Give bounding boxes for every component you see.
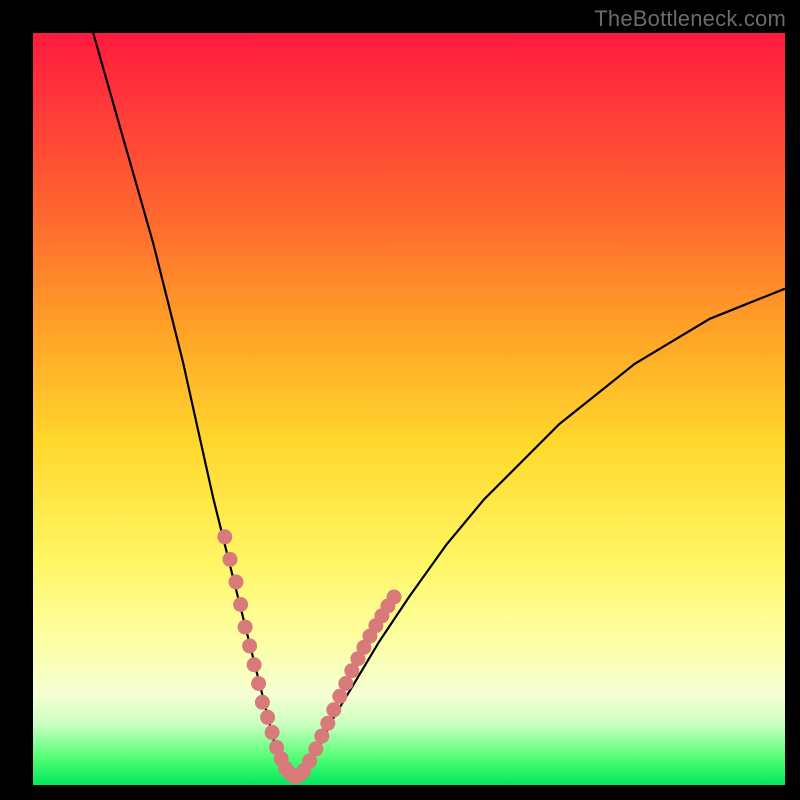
highlight-dot [217,529,232,544]
highlight-dots-group [217,529,401,784]
highlight-dot [387,590,402,605]
highlight-dot [255,695,270,710]
highlight-dot [326,702,341,717]
highlight-dot [223,552,238,567]
chart-svg [33,33,785,785]
highlight-dot [233,597,248,612]
highlight-dot [338,676,353,691]
highlight-dot [251,676,266,691]
highlight-dot [260,710,275,725]
bottleneck-curve [93,33,785,778]
highlight-dot [332,689,347,704]
highlight-dot [229,575,244,590]
highlight-dot [308,741,323,756]
highlight-dot [238,620,253,635]
highlight-dot [314,729,329,744]
highlight-dot [247,657,262,672]
highlight-dot [320,716,335,731]
highlight-dot [242,638,257,653]
highlight-dot [265,725,280,740]
watermark-text: TheBottleneck.com [594,6,786,32]
